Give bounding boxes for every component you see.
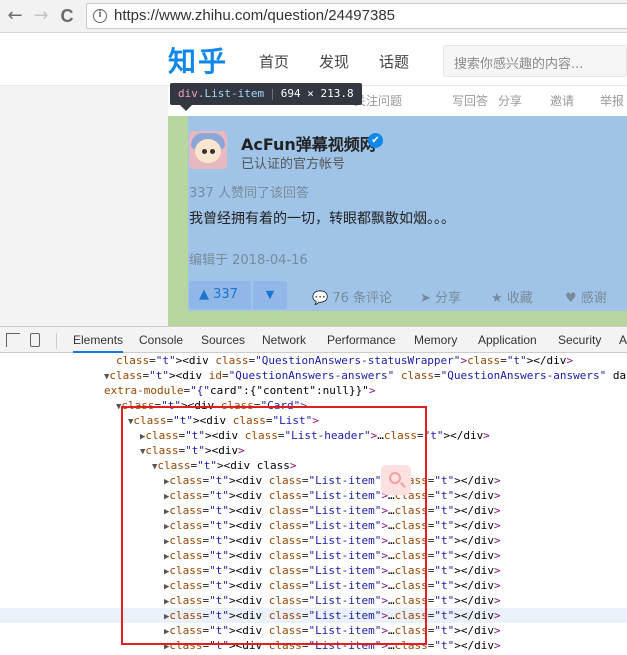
nav-home[interactable]: 首页: [259, 51, 289, 72]
tooltip-size: 694 × 213.8: [280, 87, 354, 100]
tooltip-tag: div: [178, 87, 198, 100]
tooltip-class: .List-item: [197, 87, 265, 100]
url-text[interactable]: https://www.zhihu.com/question/24497385: [114, 7, 395, 24]
subbar-invite[interactable]: 邀请: [550, 92, 574, 109]
forward-arrow-icon[interactable]: →: [30, 5, 52, 27]
tab-security[interactable]: Security: [558, 327, 601, 353]
search-icon-ring: [389, 472, 401, 484]
search-input[interactable]: 搜索你感兴趣的内容...: [443, 45, 627, 77]
nav-topics[interactable]: 话题: [379, 51, 409, 72]
dom-node-line[interactable]: class="t"><div class="QuestionAnswers-st…: [0, 353, 627, 368]
nav-discover[interactable]: 发现: [319, 51, 349, 72]
subbar-report[interactable]: 举报: [600, 92, 624, 109]
search-icon-handle: [400, 482, 406, 488]
subbar-share[interactable]: 分享: [498, 92, 522, 109]
tab-sources[interactable]: Sources: [201, 327, 245, 353]
tab-memory[interactable]: Memory: [414, 327, 457, 353]
screenshot-root: ← → C i https://www.zhihu.com/question/2…: [0, 0, 627, 655]
highlight-bottom-margin: [188, 311, 627, 326]
address-bar[interactable]: i https://www.zhihu.com/question/2449738…: [86, 3, 627, 29]
author-description: 已认证的官方帐号: [241, 157, 346, 172]
verified-icon: ✔: [368, 133, 383, 148]
vote-up-button[interactable]: ▲ 337: [189, 281, 251, 309]
collect-button[interactable]: ★ 收藏: [491, 287, 533, 306]
tooltip-separator: |: [269, 87, 276, 100]
edited-time[interactable]: 编辑于 2018-04-16: [189, 249, 308, 268]
tab-elements[interactable]: Elements: [73, 327, 124, 353]
share-button[interactable]: ➤ 分享: [420, 287, 461, 306]
tabbar-divider: [56, 333, 57, 349]
subbar-answer[interactable]: 写回答: [452, 92, 488, 109]
tab-network[interactable]: Network: [262, 327, 306, 353]
dom-node-text: extra-module="{"card":{"content":null}}"…: [104, 384, 376, 397]
reload-icon[interactable]: C: [56, 5, 78, 27]
tab-performance[interactable]: Performance: [327, 327, 396, 353]
back-arrow-icon[interactable]: ←: [4, 5, 26, 27]
thanks-button[interactable]: ♥ 感谢: [565, 287, 607, 306]
tab-application[interactable]: Application: [478, 327, 537, 353]
devtools-tabbar: Elements Console Sources Network Perform…: [0, 326, 627, 353]
tab-overflow[interactable]: A: [619, 327, 627, 353]
author-avatar[interactable]: [189, 131, 227, 169]
dom-node-text: class="t"><div class="QuestionAnswers-st…: [116, 354, 574, 367]
zhihu-header: 知乎 首页 发现 话题 搜索你感兴趣的内容...: [0, 34, 627, 86]
tab-console[interactable]: Console: [139, 327, 183, 353]
dom-node-line[interactable]: ▼class="t"><div id="QuestionAnswers-answ…: [0, 368, 627, 383]
search-icon[interactable]: [381, 465, 411, 495]
inspector-tooltip: div.List-item | 694 × 213.8: [170, 83, 362, 105]
answer-content: 我曾经拥有着的一切，转眼都飘散如烟。。。: [189, 211, 455, 227]
comment-button[interactable]: 💬 76 条评论: [312, 287, 392, 306]
dom-node-line[interactable]: extra-module="{"card":{"content":null}}"…: [0, 383, 627, 398]
device-toolbar-icon[interactable]: [30, 333, 40, 347]
author-name[interactable]: AcFun弹幕视频网: [241, 131, 376, 155]
site-info-icon[interactable]: i: [93, 9, 107, 23]
inspect-element-icon[interactable]: [6, 333, 20, 347]
vote-down-button[interactable]: ▼: [253, 281, 287, 309]
browser-toolbar: ← → C i https://www.zhihu.com/question/2…: [0, 0, 627, 33]
tooltip-arrow: [180, 105, 192, 111]
voters-count[interactable]: 337 人赞同了该回答: [189, 182, 309, 201]
avatar-eye: [210, 149, 215, 154]
avatar-face: [195, 139, 221, 163]
zhihu-logo[interactable]: 知乎: [168, 40, 228, 80]
annotation-box: [121, 406, 427, 645]
search-placeholder: 搜索你感兴趣的内容...: [454, 57, 584, 72]
avatar-eye: [202, 149, 207, 154]
